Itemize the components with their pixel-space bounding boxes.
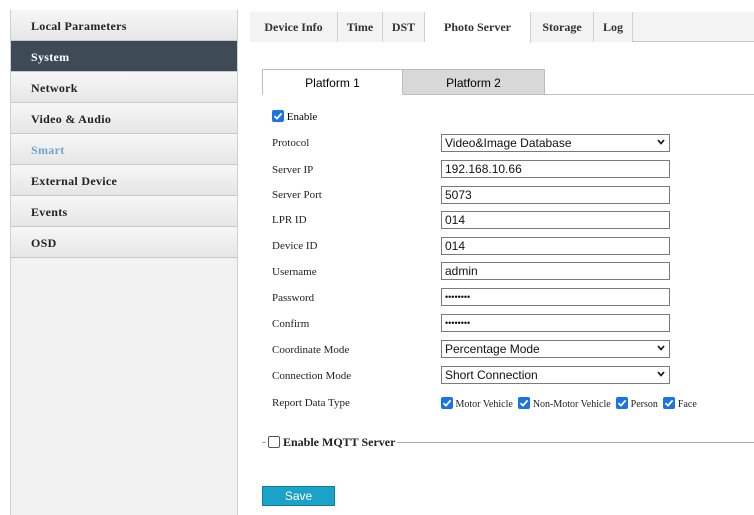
mqtt-legend: Enable MQTT Server bbox=[266, 435, 398, 450]
checkmark-icon bbox=[665, 399, 674, 407]
server-ip-label: Server IP bbox=[272, 164, 314, 176]
face-label: Face bbox=[677, 399, 697, 410]
server-ip-field[interactable]: 192.168.10.66 bbox=[441, 160, 670, 178]
mqtt-label: Enable MQTT Server bbox=[283, 435, 396, 449]
motor-vehicle-label: Motor Vehicle bbox=[455, 399, 513, 410]
sidebar-item-network[interactable]: Network bbox=[11, 72, 237, 103]
report-data-type-label: Report Data Type bbox=[272, 397, 350, 409]
server-port-label: Server Port bbox=[272, 189, 322, 201]
sidebar-item-video-audio[interactable]: Video & Audio bbox=[11, 103, 237, 134]
device-id-label: Device ID bbox=[272, 240, 318, 252]
sidebar-item-events[interactable]: Events bbox=[11, 196, 237, 227]
password-label: Password bbox=[272, 292, 315, 304]
connection-mode-select[interactable]: Short Connection bbox=[441, 366, 670, 384]
mqtt-checkbox[interactable] bbox=[268, 436, 280, 448]
lpr-id-label: LPR ID bbox=[272, 214, 307, 226]
connection-mode-value: Short Connection bbox=[445, 368, 538, 382]
lpr-id-field[interactable]: 014 bbox=[441, 211, 670, 229]
person-checkbox[interactable] bbox=[616, 397, 629, 409]
person-label: Person bbox=[630, 399, 658, 410]
password-field[interactable]: •••••••• bbox=[441, 288, 670, 306]
coordinate-mode-select[interactable]: Percentage Mode bbox=[441, 340, 670, 358]
username-label: Username bbox=[272, 266, 317, 278]
tab-photo-server[interactable]: Photo Server bbox=[425, 12, 531, 43]
checkmark-icon bbox=[520, 399, 529, 407]
coordinate-mode-value: Percentage Mode bbox=[445, 342, 540, 356]
confirm-field[interactable]: •••••••• bbox=[441, 314, 670, 332]
protocol-value: Video&Image Database bbox=[445, 136, 572, 150]
checkmark-icon bbox=[273, 112, 283, 120]
enable-row: Enable bbox=[272, 110, 317, 123]
sidebar: Local Parameters System Network Video & … bbox=[10, 10, 238, 515]
report-type-person[interactable]: Person bbox=[616, 397, 660, 410]
tab-time[interactable]: Time bbox=[338, 12, 383, 42]
device-id-field[interactable]: 014 bbox=[441, 237, 670, 255]
tab-storage[interactable]: Storage bbox=[531, 12, 594, 42]
chevron-down-icon bbox=[657, 371, 665, 377]
checkmark-icon bbox=[618, 399, 627, 407]
server-port-field[interactable]: 5073 bbox=[441, 186, 670, 204]
connection-mode-label: Connection Mode bbox=[272, 370, 352, 382]
sidebar-item-smart[interactable]: Smart bbox=[11, 134, 237, 165]
save-button[interactable]: Save bbox=[262, 486, 335, 506]
protocol-select[interactable]: Video&Image Database bbox=[441, 134, 670, 152]
tab-bar: Device Info Time DST Photo Server Storag… bbox=[250, 12, 754, 43]
face-checkbox[interactable] bbox=[663, 397, 676, 409]
sidebar-item-system[interactable]: System bbox=[11, 41, 237, 72]
sidebar-item-osd[interactable]: OSD bbox=[11, 227, 237, 258]
tab-platform-1[interactable]: Platform 1 bbox=[262, 69, 403, 95]
report-data-type-options: Motor Vehicle Non-Motor Vehicle Person F… bbox=[441, 397, 700, 410]
report-type-non-motor-vehicle[interactable]: Non-Motor Vehicle bbox=[518, 397, 613, 410]
motor-vehicle-checkbox[interactable] bbox=[441, 397, 453, 409]
tab-platform-2[interactable]: Platform 2 bbox=[403, 69, 545, 95]
checkmark-icon bbox=[442, 399, 452, 407]
report-type-motor-vehicle[interactable]: Motor Vehicle bbox=[441, 397, 515, 410]
non-motor-vehicle-checkbox[interactable] bbox=[518, 397, 531, 409]
sidebar-item-local-parameters[interactable]: Local Parameters bbox=[11, 10, 237, 41]
confirm-label: Confirm bbox=[272, 318, 310, 330]
username-field[interactable]: admin bbox=[441, 262, 670, 280]
chevron-down-icon bbox=[657, 139, 665, 145]
enable-label: Enable bbox=[286, 111, 318, 123]
coordinate-mode-label: Coordinate Mode bbox=[272, 344, 350, 356]
tab-log[interactable]: Log bbox=[594, 12, 633, 42]
chevron-down-icon bbox=[657, 345, 665, 351]
tab-device-info[interactable]: Device Info bbox=[250, 12, 338, 42]
report-type-face[interactable]: Face bbox=[663, 397, 697, 410]
enable-checkbox[interactable] bbox=[272, 110, 284, 122]
protocol-label: Protocol bbox=[272, 137, 310, 149]
tab-dst[interactable]: DST bbox=[383, 12, 425, 42]
non-motor-vehicle-label: Non-Motor Vehicle bbox=[532, 399, 611, 410]
sidebar-item-external-device[interactable]: External Device bbox=[11, 165, 237, 196]
